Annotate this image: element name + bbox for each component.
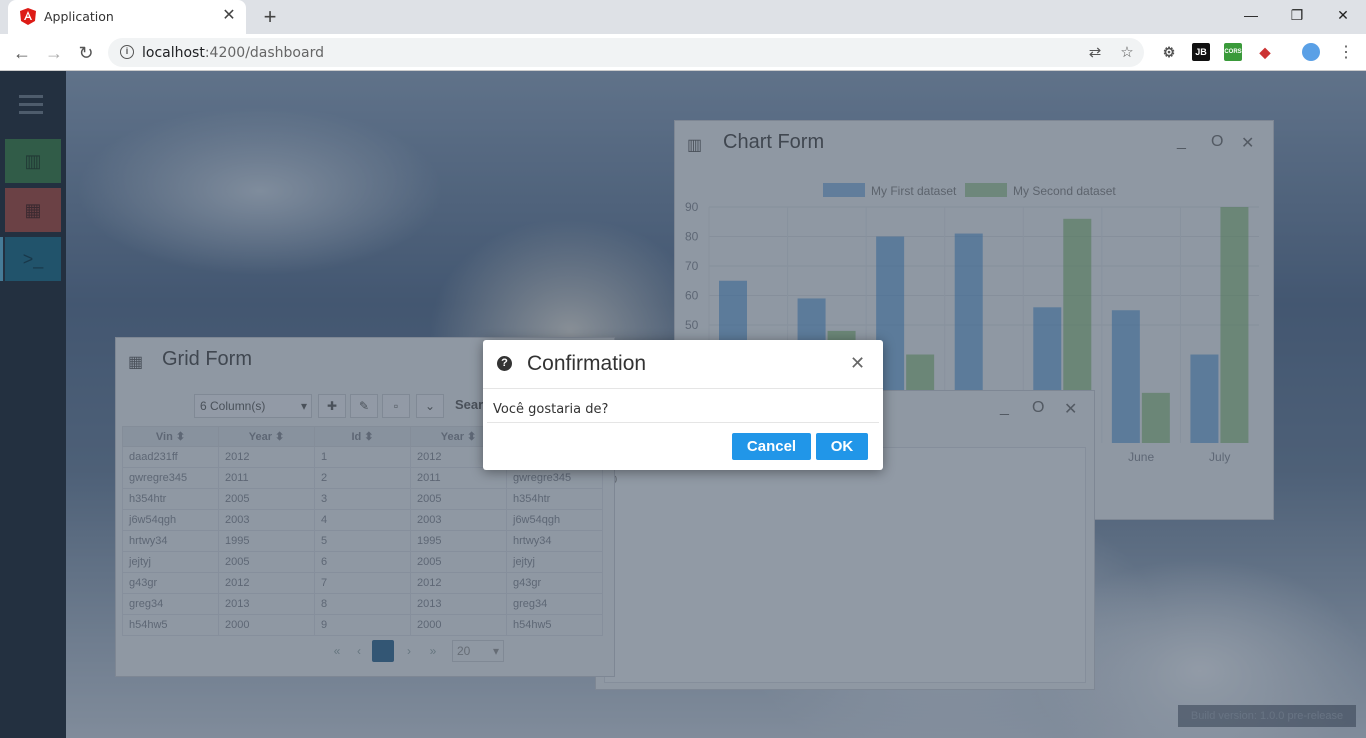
new-tab-button[interactable]: + [258,5,282,29]
tab-title: Application [44,9,114,24]
address-bar[interactable]: i localhost:4200/dashboard ⇄ ☆ [108,38,1144,67]
divider [487,422,879,423]
jetbrains-extension-icon[interactable]: JB [1192,43,1210,61]
divider [483,388,883,389]
translate-icon[interactable]: ⇄ [1086,44,1104,62]
settings-gear-icon[interactable]: ⚙ [1160,43,1178,61]
cancel-button[interactable]: Cancel [732,433,811,460]
site-info-icon[interactable]: i [120,45,134,59]
question-circle-icon: ? [497,356,512,371]
profile-avatar-icon[interactable] [1302,43,1320,61]
forward-arrow-icon[interactable]: → [40,39,68,67]
dialog-title: Confirmation [527,352,647,375]
ok-button[interactable]: OK [816,433,868,460]
url-host: localhost [142,45,205,61]
reload-icon[interactable]: ↻ [72,39,100,67]
bookmark-star-icon[interactable]: ☆ [1118,44,1136,62]
tab-close-icon[interactable]: ✕ [220,7,238,25]
url-text[interactable]: localhost:4200/dashboard [142,45,324,61]
browser-tabstrip: Application ✕ + — ❐ ✕ [0,0,1366,34]
window-close-button[interactable]: ✕ [1320,0,1366,30]
dialog-message: Você gostaria de? [493,402,609,417]
window-maximize-button[interactable]: ❐ [1274,0,1320,30]
url-path: :4200/dashboard [204,45,324,61]
back-arrow-icon[interactable]: ← [8,39,36,67]
browser-toolbar: ← → ↻ i localhost:4200/dashboard ⇄ ☆ ⚙ J… [0,34,1366,71]
browser-menu-icon[interactable]: ⋮ [1332,39,1360,67]
cors-extension-icon[interactable]: CORS [1224,43,1242,61]
window-minimize-button[interactable]: — [1228,0,1274,30]
graduation-cap-extension-icon[interactable]: ◆ [1256,43,1274,61]
dialog-close-icon[interactable]: ✕ [850,353,865,374]
confirmation-dialog: ? Confirmation ✕ Você gostaria de? Cance… [483,340,883,470]
browser-tab[interactable]: Application ✕ [8,0,246,34]
angular-logo-icon [20,8,36,25]
